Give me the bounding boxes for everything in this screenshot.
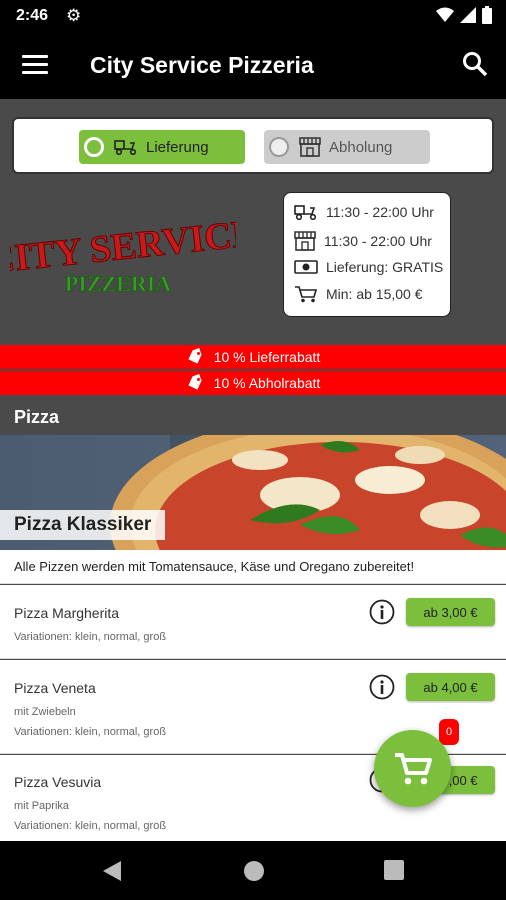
cell-signal-icon (460, 7, 476, 23)
home-icon[interactable] (243, 860, 265, 882)
item-variations: Variationen: klein, normal, groß (14, 631, 167, 643)
order-mode-selector: Lieferung Abholung (12, 117, 494, 174)
delivery-fee-row: Lieferung: GRATIS (294, 259, 443, 275)
category-name: Pizza Klassiker (0, 510, 166, 540)
category-description: Alle Pizzen werden mit Tomatensauce, Käs… (0, 550, 506, 584)
pickup-hours-row: 11:30 - 22:00 Uhr (294, 231, 432, 251)
main-content: Lieferung Abholung CITY SERVICE PIZZERIA (0, 99, 506, 841)
pickup-discount-banner: 10 % Abholrabatt (0, 371, 506, 395)
store-info-card: 11:30 - 22:00 Uhr 11:30 - 22:00 Uhr Lief… (283, 192, 451, 317)
pickup-label: Abholung (329, 138, 393, 156)
search-icon[interactable] (462, 51, 488, 77)
section-title: Pizza (14, 407, 60, 427)
app-bar: City Service Pizzeria (0, 33, 506, 99)
tag-icon (188, 348, 202, 364)
delivery-label: Lieferung (146, 138, 209, 156)
price-button[interactable]: ab 3,00 € (406, 598, 495, 626)
pickup-discount-text: 10 % Abholrabatt (213, 375, 321, 391)
recents-icon[interactable] (384, 860, 404, 880)
delivery-scooter-icon (294, 205, 317, 220)
status-bar: 2:46 ⚙ (0, 0, 506, 33)
item-variations: Variationen: klein, normal, groß (14, 726, 167, 738)
tag-icon (188, 374, 202, 390)
delivery-scooter-icon (114, 140, 137, 155)
cart-button[interactable] (374, 730, 451, 807)
battery-icon (482, 6, 492, 24)
minimum-order-row: Min: ab 15,00 € (294, 285, 423, 303)
delivery-discount-banner: 10 % Lieferrabatt (0, 345, 506, 369)
minimum-order: Min: ab 15,00 € (326, 286, 423, 302)
pickup-hours: 11:30 - 22:00 Uhr (324, 233, 432, 249)
delivery-option[interactable]: Lieferung (79, 130, 245, 164)
restaurant-logo: CITY SERVICE PIZZERIA (10, 212, 236, 297)
category-hero[interactable]: Pizza Klassiker (0, 435, 506, 550)
pickup-option[interactable]: Abholung (264, 130, 430, 164)
item-name: Pizza Margherita (14, 605, 120, 621)
cart-count-badge: 0 (439, 719, 459, 745)
delivery-fee: Lieferung: GRATIS (326, 259, 444, 275)
delivery-hours: 11:30 - 22:00 Uhr (326, 204, 434, 220)
delivery-hours-row: 11:30 - 22:00 Uhr (294, 204, 434, 220)
item-name: Pizza Veneta (14, 680, 96, 696)
shopping-cart-icon (394, 752, 432, 784)
store-icon (294, 231, 316, 251)
item-name: Pizza Vesuvia (14, 774, 102, 790)
radio-selected-icon (84, 137, 104, 157)
store-icon (299, 137, 321, 157)
info-icon[interactable] (369, 599, 395, 625)
price-button[interactable]: ab 4,00 € (406, 673, 495, 701)
item-description: mit Zwiebeln (14, 706, 76, 718)
item-variations: Variationen: klein, normal, groß (14, 820, 167, 832)
wifi-icon (436, 7, 454, 22)
cart-icon (295, 286, 318, 303)
radio-unselected-icon (269, 137, 289, 157)
svg-text:PIZZERIA: PIZZERIA (65, 271, 171, 296)
delivery-discount-text: 10 % Lieferrabatt (213, 349, 321, 365)
status-indicators (436, 6, 492, 24)
hamburger-menu-icon[interactable] (22, 55, 48, 75)
system-nav-bar (0, 841, 506, 900)
back-icon[interactable] (102, 860, 122, 882)
item-description: mit Paprika (14, 800, 70, 812)
settings-gear-icon: ⚙ (66, 6, 82, 25)
status-time: 2:46 (16, 7, 49, 24)
app-title: City Service Pizzeria (90, 52, 314, 78)
money-icon (294, 260, 318, 274)
menu-item[interactable]: Pizza Margherita Variationen: klein, nor… (0, 585, 506, 659)
info-icon[interactable] (369, 674, 395, 700)
